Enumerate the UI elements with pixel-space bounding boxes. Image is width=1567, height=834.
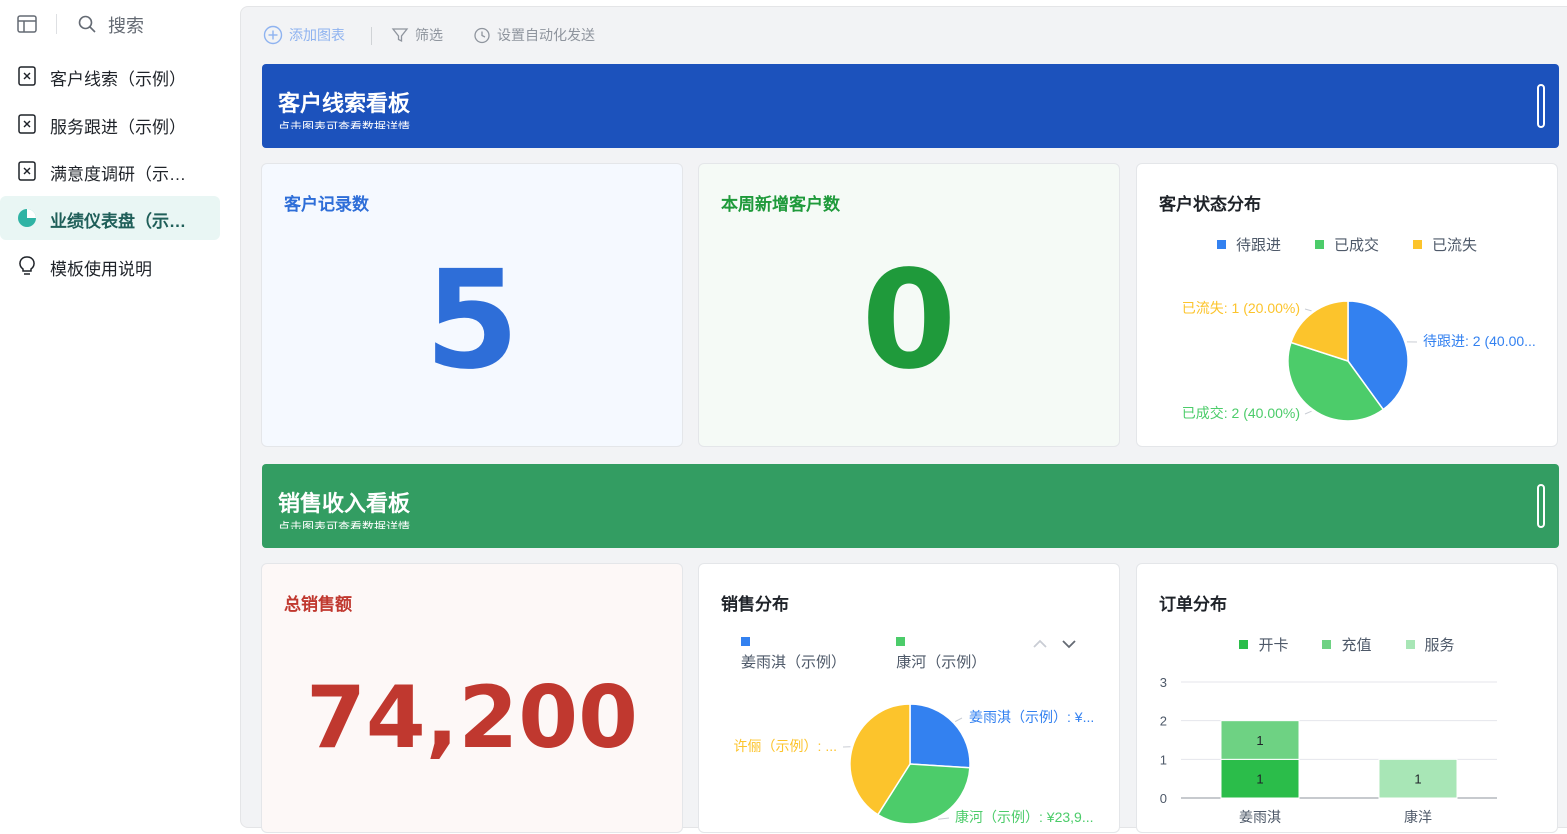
sidebar-item-survey[interactable]: 满意度调研（示例） <box>0 149 220 193</box>
sidebar-item-dashboard[interactable]: 业绩仪表盘（示例） <box>0 196 220 240</box>
sidebar-item-label: 模板使用说明 <box>50 260 152 279</box>
card-order-distribution[interactable]: 订单分布 开卡 充值 服务 0 1 2 3 1 1 姜雨淇 1 康洋 <box>1136 563 1558 833</box>
pie-slice[interactable] <box>909 703 971 769</box>
auto-send-label: 设置自动化发送 <box>497 27 595 43</box>
sidebar: 搜索 客户线索（示例） 服务跟进（示例） 满意度调研（示例） 业绩仪表盘（示例） <box>0 0 230 834</box>
sidebar-item-service[interactable]: 服务跟进（示例） <box>0 102 220 146</box>
y-tick-label: 1 <box>1160 752 1167 767</box>
section-subtitle: 点击图表可查看数据详情 <box>278 520 411 529</box>
divider <box>56 14 57 34</box>
layout-icon[interactable] <box>17 15 37 33</box>
sidebar-item-label: 业绩仪表盘（示例） <box>50 212 200 231</box>
toolbar-divider <box>371 27 372 45</box>
filter-button[interactable]: 筛选 <box>391 25 443 45</box>
section-title: 销售收入看板 <box>278 491 411 516</box>
sidebar-item-guide[interactable]: 模板使用说明 <box>0 244 220 288</box>
add-chart-button[interactable]: 添加图表 <box>263 25 345 45</box>
slice-data-label: 康河（示例）: ¥23,9... <box>955 809 1093 825</box>
table-icon <box>18 66 36 86</box>
bar-chart-orders[interactable]: 0 1 2 3 1 1 姜雨淇 1 康洋 <box>1137 564 1558 833</box>
card-record-count[interactable]: 客户记录数 5 <box>261 163 683 447</box>
lightbulb-icon <box>19 256 35 275</box>
slice-data-label: 已成交: 2 (40.00%) <box>1182 405 1300 421</box>
x-tick-label: 姜雨淇 <box>1239 809 1281 825</box>
bar-data-label: 1 <box>1256 772 1263 787</box>
metric-value: 5 <box>424 242 520 400</box>
search-label[interactable]: 搜索 <box>108 12 144 38</box>
slice-data-label: 已流失: 1 (20.00%) <box>1182 300 1300 316</box>
sidebar-item-label: 服务跟进（示例） <box>50 118 186 137</box>
label-leader-line <box>1304 410 1312 415</box>
label-leader-line <box>1304 308 1312 312</box>
card-sales-distribution[interactable]: 销售分布 姜雨淇（示例） 康河（示例） 姜雨淇（示例）: ¥... 康河（示例）:… <box>698 563 1120 833</box>
sidebar-header: 搜索 <box>0 0 230 48</box>
card-title: 客户记录数 <box>284 195 369 214</box>
section-title: 客户线索看板 <box>278 91 411 116</box>
sidebar-item-leads[interactable]: 客户线索（示例） <box>0 54 220 98</box>
filter-icon <box>391 28 409 43</box>
dashboard-canvas: 添加图表 筛选 设置自动化发送 客户线索看板 点击图表可查看数据详情 客户记录数… <box>240 6 1567 833</box>
card-status-distribution[interactable]: 客户状态分布 待跟进 已成交 已流失 待跟进: 2 (40.00... 已成交: … <box>1136 163 1558 447</box>
x-tick-label: 康洋 <box>1404 809 1432 825</box>
resize-handle[interactable] <box>1537 484 1545 528</box>
sidebar-item-label: 满意度调研（示例） <box>50 165 200 184</box>
y-tick-label: 3 <box>1160 675 1167 690</box>
y-tick-label: 0 <box>1160 791 1167 806</box>
section-subtitle: 点击图表可查看数据详情 <box>278 120 411 129</box>
bar-data-label: 1 <box>1256 733 1263 748</box>
table-icon <box>18 161 36 181</box>
slice-data-label: 待跟进: 2 (40.00... <box>1423 333 1536 349</box>
toolbar: 添加图表 筛选 设置自动化发送 <box>241 7 1567 63</box>
table-icon <box>18 114 36 134</box>
auto-send-button[interactable]: 设置自动化发送 <box>473 25 595 45</box>
slice-data-label: 许俪（示例）: ... <box>734 738 837 754</box>
resize-handle[interactable] <box>1537 84 1545 128</box>
section-banner-leads[interactable]: 客户线索看板 点击图表可查看数据详情 <box>262 64 1559 148</box>
clock-icon <box>474 27 490 44</box>
add-chart-label: 添加图表 <box>289 27 345 43</box>
metric-value: 0 <box>861 242 957 400</box>
plus-circle-icon <box>263 25 283 45</box>
card-total-sales[interactable]: 总销售额 74,200 <box>261 563 683 833</box>
pie-chart-sales[interactable]: 姜雨淇（示例）: ¥... 康河（示例）: ¥23,9... 许俪（示例）: ... <box>699 564 1120 833</box>
y-tick-label: 2 <box>1160 714 1167 729</box>
card-title: 本周新增客户数 <box>721 195 840 214</box>
dashboard-icon <box>18 209 36 227</box>
card-title: 总销售额 <box>284 595 352 614</box>
sidebar-item-label: 客户线索（示例） <box>50 70 186 89</box>
section-banner-sales[interactable]: 销售收入看板 点击图表可查看数据详情 <box>262 464 1559 548</box>
bar-data-label: 1 <box>1414 772 1421 787</box>
pie-chart-status[interactable]: 待跟进: 2 (40.00... 已成交: 2 (40.00%) 已流失: 1 (2… <box>1137 164 1558 447</box>
search-icon[interactable] <box>78 15 96 33</box>
slice-data-label: 姜雨淇（示例）: ¥... <box>969 709 1094 725</box>
label-leader-line <box>954 717 963 723</box>
card-new-this-week[interactable]: 本周新增客户数 0 <box>698 163 1120 447</box>
label-leader-line <box>938 817 950 820</box>
metric-value: 74,200 <box>306 668 638 768</box>
filter-label: 筛选 <box>415 27 443 43</box>
